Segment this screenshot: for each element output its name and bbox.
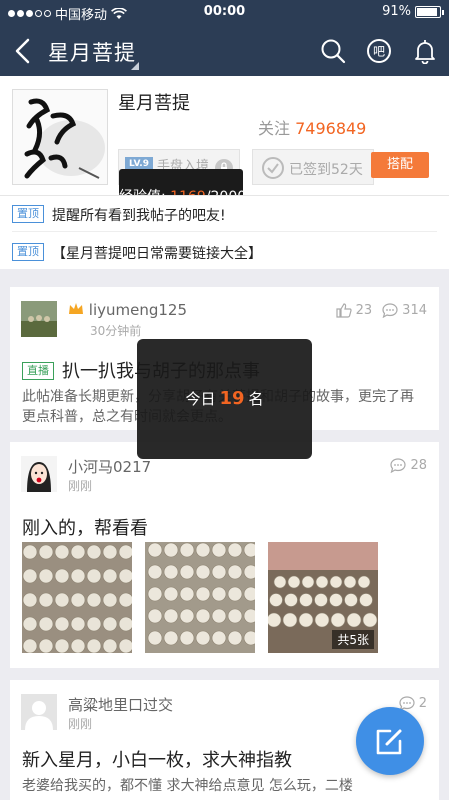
thread-title[interactable]: 新入星月，小白一枚，求大神指教: [22, 746, 292, 772]
post-stats: 23 314: [336, 303, 427, 318]
like-count: 23: [355, 303, 373, 318]
thread-card[interactable]: 小河马0217 刚刚 28 刚入的，帮看看 共5张: [10, 442, 439, 668]
back-icon[interactable]: [12, 37, 36, 65]
checkmark-icon: [262, 157, 284, 179]
battery-percent: 91%: [382, 4, 411, 19]
sign-in-button[interactable]: 已签到52天: [252, 149, 374, 185]
thread-image[interactable]: [145, 542, 255, 653]
search-icon[interactable]: [320, 38, 346, 64]
thread-image[interactable]: 共5张: [268, 542, 378, 653]
post-time: 刚刚: [68, 717, 93, 731]
bar-icon[interactable]: 吧: [366, 38, 392, 64]
toast-suffix: 名: [248, 390, 264, 408]
member-number: 7496849: [295, 119, 367, 138]
pinned-tag: 置顶: [12, 205, 44, 223]
pinned-item[interactable]: 置顶 【星月菩提吧日常需要链接大全】: [12, 234, 437, 270]
username-text: liyumeng125: [88, 301, 187, 319]
bar-avatar[interactable]: [12, 89, 108, 185]
edit-icon: [376, 729, 402, 755]
bar-header: 星月菩提 关注 7496849 LV.9 手盘入境 已签到52天 搭配 经验值:…: [0, 76, 449, 222]
comment-icon: [390, 458, 407, 473]
status-bar: 中国移动 00:00 91%: [0, 0, 449, 24]
svg-text:吧: 吧: [373, 45, 385, 59]
member-label: 关注: [258, 119, 296, 138]
avatar[interactable]: [21, 694, 57, 730]
thread-excerpt: 老婆给我买的，都不懂 求大神给点意见 怎么玩，二楼: [22, 778, 353, 794]
comment-stat[interactable]: 314: [382, 303, 427, 318]
rank-toast: 今日 19 名: [137, 339, 312, 459]
post-stats: 28: [390, 458, 427, 473]
live-tag: 直播: [22, 362, 54, 380]
comment-count: 314: [402, 303, 427, 318]
toast-prefix: 今日: [185, 390, 216, 408]
username[interactable]: 高粱地里口过交: [68, 694, 173, 715]
crown-icon: [69, 303, 83, 314]
sign-in-label: 已签到52天: [289, 162, 363, 178]
pinned-item[interactable]: 置顶 提醒所有看到我帖子的吧友!: [12, 196, 437, 232]
thread-title[interactable]: 刚入的，帮看看: [22, 514, 148, 540]
toast-rank: 19: [219, 388, 245, 409]
pinned-list: 置顶 提醒所有看到我帖子的吧友! 置顶 【星月菩提吧日常需要链接大全】: [0, 195, 449, 269]
like-stat[interactable]: 23: [336, 303, 373, 318]
username[interactable]: liyumeng125: [68, 301, 187, 319]
compose-button[interactable]: [356, 707, 424, 775]
username[interactable]: 小河马0217: [68, 456, 151, 477]
bar-name: 星月菩提: [118, 93, 190, 114]
battery-icon: [415, 5, 444, 18]
bell-icon[interactable]: [412, 38, 438, 64]
avatar[interactable]: [21, 301, 57, 337]
comment-count: 28: [410, 458, 427, 473]
post-time: 30分钟前: [90, 324, 142, 338]
bar-logo-image: [13, 90, 107, 184]
image-count-badge: 共5张: [332, 630, 374, 649]
pinned-tag: 置顶: [12, 243, 44, 261]
thumbs-up-icon: [336, 303, 352, 318]
avatar[interactable]: [21, 456, 57, 492]
image-grid: 共5张: [22, 542, 427, 653]
member-count: 关注 7496849: [258, 115, 366, 139]
match-button[interactable]: 搭配: [371, 152, 429, 178]
nav-bar: 星月菩提 吧: [0, 26, 449, 76]
thread-image[interactable]: [22, 542, 132, 653]
pinned-text: 【星月菩提吧日常需要链接大全】: [52, 246, 262, 262]
pinned-text: 提醒所有看到我帖子的吧友!: [52, 208, 226, 224]
page-title[interactable]: 星月菩提: [48, 37, 136, 67]
comment-stat[interactable]: 28: [390, 458, 427, 473]
comment-icon: [382, 303, 398, 318]
top-bar: 中国移动 00:00 91% 星月菩提 吧: [0, 0, 449, 76]
title-dropdown-icon[interactable]: [131, 62, 139, 70]
battery-info: 91%: [382, 4, 444, 19]
post-time: 刚刚: [68, 479, 93, 493]
